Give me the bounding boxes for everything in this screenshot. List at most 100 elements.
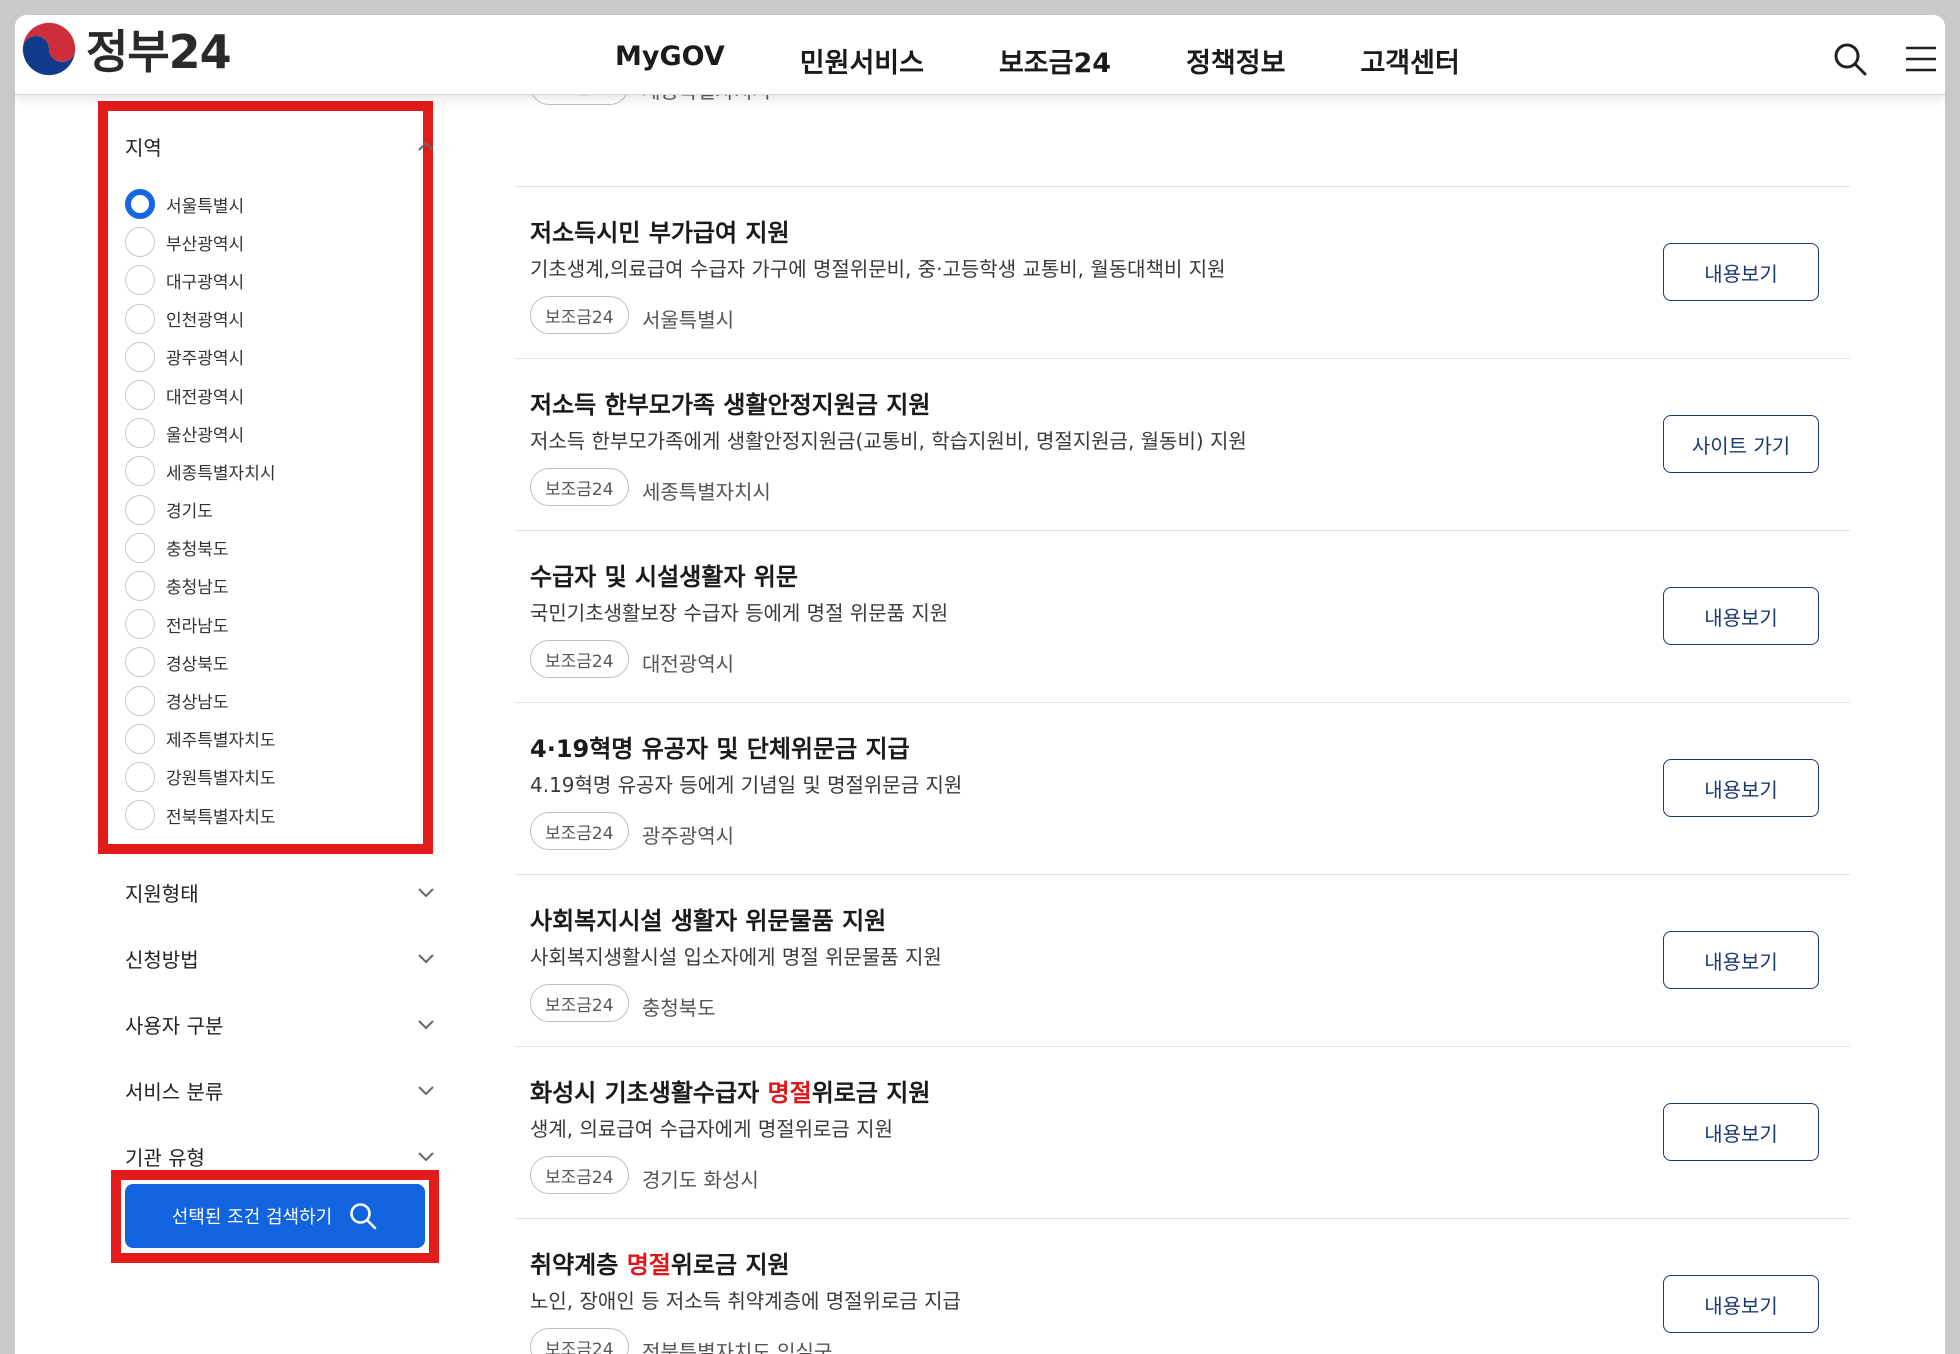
region-option-label: 세종특별자치시: [166, 463, 276, 484]
region-option[interactable]: 전북특별자치도: [125, 796, 415, 834]
search-selected-conditions-button[interactable]: 선택된 조건 검색하기: [125, 1184, 425, 1248]
radio-button[interactable]: [125, 341, 155, 372]
region-option-label: 충청남도: [166, 578, 229, 599]
radio-button[interactable]: [125, 418, 155, 449]
result-title[interactable]: 저소득시민 부가급여 지원: [530, 213, 790, 248]
chevron-up-icon: [418, 141, 434, 151]
region-option[interactable]: 경상북도: [125, 643, 415, 681]
gov24-logo[interactable]: 정부24: [20, 17, 240, 81]
keyword-highlight: 명절: [626, 1251, 671, 1279]
radio-button[interactable]: [125, 189, 155, 220]
nav-item[interactable]: 민원서비스: [800, 41, 924, 80]
radio-button[interactable]: [125, 227, 155, 258]
title-text: 저소득 한부모가족 생활안정지원금 지원: [530, 391, 931, 419]
region-option-label: 강원특별자치도: [166, 769, 276, 790]
title-text: 위로금 지원: [670, 1251, 790, 1279]
result-title[interactable]: 취약계층 명절위로금 지원: [530, 1245, 790, 1280]
agency-name: 서울특별시: [642, 308, 734, 332]
region-option[interactable]: 대구광역시: [125, 261, 415, 299]
region-option[interactable]: 서울특별시: [125, 185, 415, 223]
radio-button[interactable]: [125, 494, 155, 525]
radio-button[interactable]: [125, 456, 155, 487]
detail-button[interactable]: 내용보기: [1663, 243, 1819, 301]
result-title[interactable]: 수급자 및 시설생활자 위문: [530, 557, 798, 592]
region-option[interactable]: 부산광역시: [125, 223, 415, 261]
region-option-label: 인천광역시: [166, 311, 245, 332]
radio-button[interactable]: [125, 761, 155, 792]
region-option[interactable]: 대전광역시: [125, 376, 415, 414]
detail-button[interactable]: 사이트 가기: [1663, 415, 1819, 473]
result-description: 국민기초생활보장 수급자 등에게 명절 위문품 지원: [530, 601, 949, 625]
radio-button[interactable]: [125, 685, 155, 716]
detail-button[interactable]: 내용보기: [1663, 931, 1819, 989]
search-icon[interactable]: [1832, 41, 1868, 77]
source-tag: 보조금24: [530, 468, 629, 506]
detail-button[interactable]: 내용보기: [1663, 1103, 1819, 1161]
source-tag: 보조금24: [530, 1328, 629, 1354]
agency-name: 전북특별자치도 임실군: [642, 1340, 833, 1354]
region-option-label: 서울특별시: [166, 196, 245, 217]
result-title[interactable]: 4·19혁명 유공자 및 단체위문금 지급: [530, 729, 910, 764]
result-description: 기초생계,의료급여 수급자 가구에 명절위문비, 중·고등학생 교통비, 월동대…: [530, 257, 1226, 281]
region-option[interactable]: 충청남도: [125, 567, 415, 605]
filter-accordion[interactable]: 서비스 분류: [125, 1070, 435, 1110]
region-option[interactable]: 충청북도: [125, 529, 415, 567]
region-option-label: 제주특별자치도: [166, 731, 276, 752]
result-item: 저소득시민 부가급여 지원기초생계,의료급여 수급자 가구에 명절위문비, 중·…: [515, 187, 1850, 359]
nav-item[interactable]: 고객센터: [1360, 41, 1459, 80]
source-tag: 보조금24: [530, 984, 629, 1022]
result-title[interactable]: 화성시 기초생활수급자 명절위로금 지원: [530, 1073, 930, 1108]
radio-button[interactable]: [125, 647, 155, 678]
result-title[interactable]: 사회복지시설 생활자 위문물품 지원: [530, 901, 886, 936]
region-option[interactable]: 인천광역시: [125, 300, 415, 338]
region-option[interactable]: 전라남도: [125, 605, 415, 643]
title-text: 사회복지시설 생활자 위문물품 지원: [530, 907, 887, 935]
detail-button[interactable]: 내용보기: [1663, 759, 1819, 817]
chevron-down-icon: [418, 1020, 434, 1030]
region-filter-header[interactable]: 지역: [125, 131, 435, 161]
radio-button[interactable]: [125, 723, 155, 754]
nav-item[interactable]: 정책정보: [1186, 41, 1285, 80]
title-text: 수급자 및 시설생활자 위문: [530, 563, 798, 591]
region-option[interactable]: 세종특별자치시: [125, 452, 415, 490]
region-option-label: 경상남도: [166, 693, 229, 714]
region-option[interactable]: 제주특별자치도: [125, 720, 415, 758]
radio-button[interactable]: [125, 265, 155, 296]
region-option-label: 대구광역시: [166, 272, 245, 293]
detail-button[interactable]: 내용보기: [1663, 1275, 1819, 1333]
agency-name: 충청북도: [642, 996, 716, 1020]
filter-accordion[interactable]: 신청방법: [125, 938, 435, 978]
region-option-label: 전라남도: [166, 616, 229, 637]
filter-label: 서비스 분류: [125, 1079, 224, 1104]
radio-button[interactable]: [125, 303, 155, 334]
nav-item[interactable]: MyGOV: [615, 41, 725, 80]
title-text: 4·19혁명 유공자 및 단체위문금 지급: [530, 735, 910, 763]
region-option-label: 부산광역시: [166, 234, 245, 255]
radio-button[interactable]: [125, 570, 155, 601]
detail-button[interactable]: 내용보기: [1663, 587, 1819, 645]
filter-accordion[interactable]: 지원형태: [125, 872, 435, 912]
region-option[interactable]: 울산광역시: [125, 414, 415, 452]
region-option-label: 광주광역시: [166, 349, 245, 370]
radio-button[interactable]: [125, 609, 155, 640]
title-text: 화성시 기초생활수급자: [530, 1079, 768, 1107]
region-option[interactable]: 경기도: [125, 491, 415, 529]
chevron-down-icon: [418, 1152, 434, 1162]
radio-button[interactable]: [125, 532, 155, 563]
agency-name: 세종특별자치시: [642, 480, 771, 504]
result-item: 취약계층 명절위로금 지원노인, 장애인 등 저소득 취약계층에 명절위로금 지…: [515, 1219, 1850, 1354]
result-title[interactable]: 저소득 한부모가족 생활안정지원금 지원: [530, 385, 930, 420]
result-description: 노인, 장애인 등 저소득 취약계층에 명절위로금 지급: [530, 1289, 961, 1313]
source-tag: 보조금24: [530, 296, 629, 334]
filter-accordion[interactable]: 사용자 구분: [125, 1004, 435, 1044]
result-item: 저소득 한부모가족 생활안정지원금 지원 저소득 한부모가족에게 생활안정지원금(…: [515, 359, 1850, 531]
radio-button[interactable]: [125, 800, 155, 831]
region-option-label: 충청북도: [166, 540, 229, 561]
radio-button[interactable]: [125, 380, 155, 411]
region-option[interactable]: 경상남도: [125, 681, 415, 719]
nav-item[interactable]: 보조금24: [999, 41, 1111, 80]
menu-icon[interactable]: [1903, 41, 1939, 77]
region-option[interactable]: 강원특별자치도: [125, 758, 415, 796]
region-option-label: 울산광역시: [166, 425, 245, 446]
region-option[interactable]: 광주광역시: [125, 338, 415, 376]
